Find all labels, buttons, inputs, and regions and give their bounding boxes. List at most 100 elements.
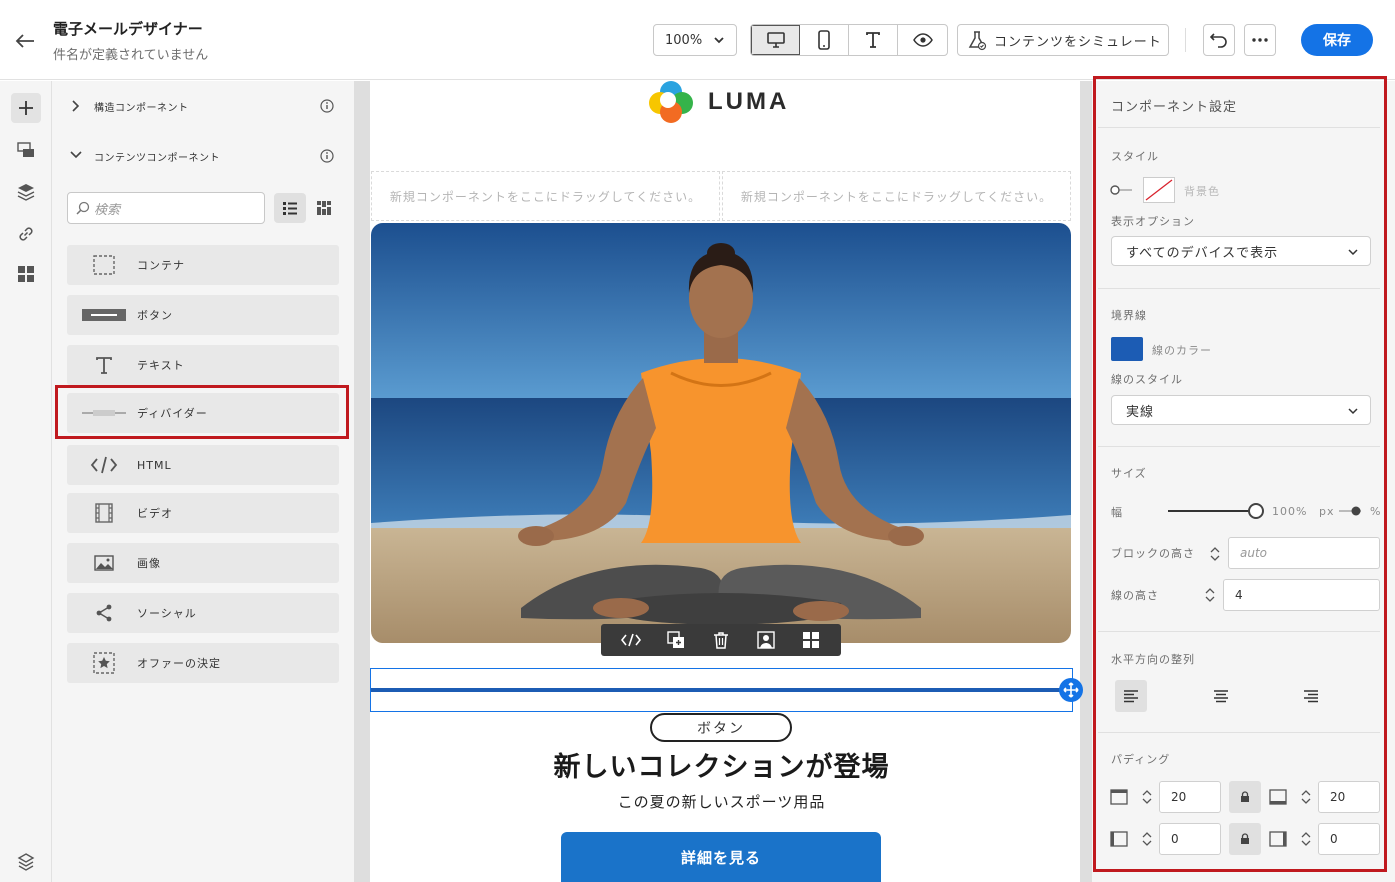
rail-add-button[interactable] (11, 93, 41, 123)
background-color-swatch[interactable] (1143, 177, 1175, 203)
width-label: 幅 (1111, 506, 1123, 519)
component-label: ソーシャル (137, 607, 197, 620)
component-item-text[interactable]: テキスト (67, 345, 339, 385)
email-subheadline[interactable]: この夏の新しいスポーツ用品 (370, 791, 1073, 812)
content-components-section[interactable]: コンテンツコンポーネント (52, 138, 354, 174)
component-item-html[interactable]: HTML (67, 445, 339, 485)
info-icon[interactable] (320, 149, 334, 163)
fragment-icon (757, 631, 775, 649)
grid-view-button[interactable] (308, 193, 340, 223)
line-style-select[interactable]: 実線 (1111, 395, 1371, 425)
text-icon (81, 353, 127, 377)
chevron-up-icon (1142, 832, 1152, 838)
line-height-input[interactable]: 4 (1223, 579, 1380, 611)
line-color-label: 線のカラー (1152, 344, 1212, 357)
padding-right-input[interactable]: 0 (1318, 823, 1380, 855)
canvas-button-component[interactable]: ボタン (650, 713, 792, 742)
eye-icon (912, 33, 933, 47)
email-headline[interactable]: 新しいコレクションが登場 (370, 745, 1073, 784)
select-parent-button[interactable] (796, 626, 826, 654)
component-item-container[interactable]: コンテナ (67, 245, 339, 285)
list-view-button[interactable] (274, 193, 306, 223)
edit-html-button[interactable] (616, 626, 646, 654)
background-toggle[interactable] (1110, 183, 1134, 197)
padding-top-input[interactable]: 20 (1159, 781, 1221, 813)
delete-button[interactable] (706, 626, 736, 654)
move-handle[interactable] (1059, 678, 1083, 702)
luma-logo[interactable]: LUMA (648, 80, 789, 124)
components-panel: 構造コンポーネント コンテンツコンポーネント 検索 コンテナ ボタン テキスト … (52, 81, 354, 882)
text-view-button[interactable] (849, 25, 898, 55)
display-options-value: すべてのデバイスで表示 (1126, 245, 1279, 261)
width-slider-track[interactable] (1168, 510, 1256, 512)
cta-button[interactable]: 詳細を見る (561, 832, 881, 882)
padding-left-input[interactable]: 0 (1159, 823, 1221, 855)
line-height-stepper[interactable] (1199, 579, 1221, 611)
padding-right-stepper[interactable] (1295, 823, 1317, 855)
page-title: 電子メールデザイナー (53, 20, 203, 38)
layers-icon (17, 184, 35, 201)
rail-navigation-tree-button[interactable] (11, 847, 41, 877)
content-section-label: コンテンツコンポーネント (94, 152, 220, 164)
component-item-button[interactable]: ボタン (67, 295, 339, 335)
rail-assets-button[interactable] (11, 259, 41, 289)
line-color-swatch[interactable] (1111, 337, 1143, 361)
block-height-stepper[interactable] (1204, 538, 1226, 570)
component-search-input[interactable]: 検索 (67, 192, 265, 224)
padding-horizontal-lock[interactable] (1229, 823, 1261, 855)
rail-links-button[interactable] (11, 219, 41, 249)
align-left-button[interactable] (1115, 680, 1147, 712)
divider-icon (81, 401, 127, 425)
duplicate-button[interactable] (661, 626, 691, 654)
dropzone-right[interactable]: 新規コンポーネントをここにドラッグしてください。 (722, 171, 1071, 221)
arrow-left-icon (15, 34, 34, 48)
save-button[interactable]: 保存 (1301, 24, 1373, 56)
rail-fragments-button[interactable] (11, 135, 41, 165)
undo-button[interactable] (1203, 24, 1235, 56)
width-slider-handle[interactable] (1248, 503, 1264, 519)
component-item-video[interactable]: ビデオ (67, 493, 339, 533)
desktop-view-button[interactable] (751, 25, 800, 55)
preview-button[interactable] (898, 25, 947, 55)
line-style-label: 線のスタイル (1111, 373, 1183, 386)
undo-icon (1210, 33, 1227, 48)
hero-image[interactable] (371, 223, 1071, 643)
display-options-select[interactable]: すべてのデバイスで表示 (1111, 236, 1371, 266)
mobile-icon (818, 30, 830, 50)
padding-bottom-stepper[interactable] (1295, 781, 1317, 813)
component-item-image[interactable]: 画像 (67, 543, 339, 583)
align-left-icon (1124, 690, 1138, 703)
component-item-social[interactable]: ソーシャル (67, 593, 339, 633)
component-label: オファーの決定 (137, 657, 221, 670)
simulate-content-button[interactable]: コンテンツをシミュレート (957, 24, 1169, 56)
display-options-label: 表示オプション (1111, 215, 1195, 228)
structure-components-section[interactable]: 構造コンポーネント (52, 88, 354, 124)
zoom-select[interactable]: 100% (653, 24, 737, 56)
align-right-button[interactable] (1295, 680, 1327, 712)
zoom-value: 100% (665, 32, 703, 48)
dropzone-left[interactable]: 新規コンポーネントをここにドラッグしてください。 (371, 171, 720, 221)
padding-vertical-lock[interactable] (1229, 781, 1261, 813)
container-icon (81, 253, 127, 277)
panel-splitter[interactable] (354, 81, 370, 882)
desktop-icon (766, 32, 785, 48)
component-item-divider[interactable]: ディバイダー (67, 393, 339, 433)
padding-bottom-input[interactable]: 20 (1318, 781, 1380, 813)
chevron-up-icon (1142, 790, 1152, 796)
padding-top-stepper[interactable] (1136, 781, 1158, 813)
more-icon (1252, 38, 1268, 42)
separator (1098, 631, 1380, 632)
unit-toggle[interactable] (1337, 504, 1365, 518)
fragments-icon (17, 142, 34, 157)
component-item-offer-decision[interactable]: オファーの決定 (67, 643, 339, 683)
more-actions-button[interactable] (1244, 24, 1276, 56)
back-button[interactable] (12, 28, 38, 54)
mobile-view-button[interactable] (800, 25, 849, 55)
no-color-icon (1145, 179, 1173, 201)
save-fragment-button[interactable] (751, 626, 781, 654)
rail-layers-button[interactable] (11, 177, 41, 207)
padding-left-stepper[interactable] (1136, 823, 1158, 855)
block-height-input[interactable]: auto (1228, 537, 1380, 569)
align-center-button[interactable] (1205, 680, 1237, 712)
info-icon[interactable] (320, 99, 334, 113)
